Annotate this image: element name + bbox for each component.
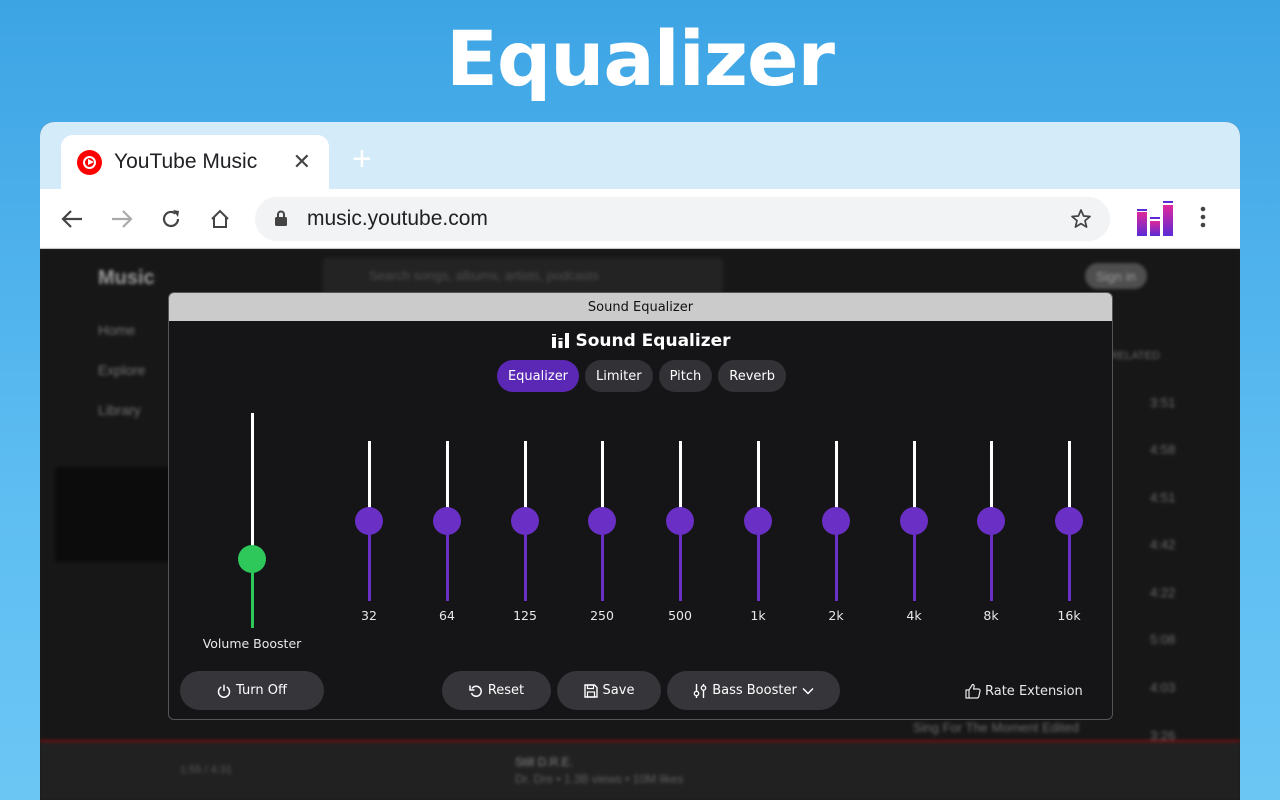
undo-icon: [469, 685, 482, 697]
address-bar[interactable]: music.youtube.com: [255, 197, 1110, 241]
bookmark-star-icon[interactable]: [1070, 208, 1092, 235]
browser-menu-icon[interactable]: [1200, 205, 1206, 234]
reset-button[interactable]: Reset: [442, 671, 551, 710]
band-label: 250: [590, 608, 614, 623]
equalizer-heading-text: Sound Equalizer: [575, 331, 731, 351]
equalizer-tabs: Equalizer Limiter Pitch Reverb: [169, 360, 1112, 392]
equalizer-heading: Sound Equalizer: [169, 331, 1112, 353]
band-label: 64: [439, 608, 455, 623]
volume-booster-label: Volume Booster: [202, 636, 302, 651]
ytm-nav-explore[interactable]: Explore: [98, 362, 145, 378]
youtube-music-favicon-icon: [77, 149, 102, 175]
save-button[interactable]: Save: [557, 671, 661, 710]
ytm-related-song: Sing For The Moment Edited: [913, 720, 1079, 735]
ytm-sign-in-button[interactable]: Sign in: [1085, 263, 1147, 289]
equalizer-popup: Sound Equalizer Sound Equalizer Equalize…: [168, 292, 1113, 720]
page-headline: Equalizer: [445, 14, 835, 103]
band-slider-knob-32[interactable]: [355, 507, 383, 535]
ytm-search[interactable]: Search songs, albums, artists, podcasts: [323, 258, 723, 294]
home-icon[interactable]: [207, 206, 233, 232]
chevron-down-icon: [802, 687, 814, 695]
ytm-related-label: RELATED: [1110, 350, 1160, 362]
band-slider-knob-16k[interactable]: [1055, 507, 1083, 535]
ytm-time: 4:22: [1150, 585, 1176, 600]
forward-icon[interactable]: [109, 206, 135, 232]
turn-off-label: Turn Off: [236, 683, 287, 698]
turn-off-button[interactable]: Turn Off: [180, 671, 324, 710]
tab-limiter[interactable]: Limiter: [585, 360, 653, 392]
band-label: 125: [513, 608, 537, 623]
url-text: music.youtube.com: [307, 207, 488, 230]
ytm-song-subtitle: Dr. Dre • 1.3B views • 10M likes: [515, 772, 684, 786]
tab-equalizer[interactable]: Equalizer: [496, 360, 580, 392]
ytm-logo: Music: [98, 267, 155, 289]
band-label: 16k: [1057, 608, 1081, 623]
sliders-icon: [693, 683, 707, 698]
band-slider-knob-125[interactable]: [511, 507, 539, 535]
ytm-playback-time: 1:55 / 4:31: [180, 764, 232, 776]
band-slider-knob-2k[interactable]: [822, 507, 850, 535]
save-icon: [583, 683, 598, 698]
lock-icon: [274, 210, 288, 232]
tab-title: YouTube Music: [114, 150, 258, 173]
browser-toolbar: music.youtube.com: [40, 189, 1240, 249]
band-slider-knob-250[interactable]: [588, 507, 616, 535]
save-label: Save: [602, 683, 635, 698]
band-label: 500: [668, 608, 692, 623]
ytm-time: 4:42: [1150, 537, 1176, 552]
band-label: 2k: [828, 608, 844, 623]
reload-icon[interactable]: [158, 206, 184, 232]
ytm-time: 3:51: [1150, 395, 1176, 410]
tab-pitch[interactable]: Pitch: [658, 360, 713, 392]
browser-tab[interactable]: YouTube Music ✕: [61, 135, 329, 189]
rate-extension-link[interactable]: Rate Extension: [965, 683, 1083, 699]
ytm-song-title: Still D.R.E.: [515, 755, 574, 769]
ytm-time: 4:03: [1150, 680, 1176, 695]
equalizer-logo-icon: [552, 332, 570, 353]
reset-label: Reset: [487, 683, 525, 698]
volume-slider-knob[interactable]: [238, 545, 266, 574]
band-slider-knob-500[interactable]: [666, 507, 694, 535]
ytm-nav-home[interactable]: Home: [98, 322, 135, 338]
band-slider-knob-64[interactable]: [433, 507, 461, 535]
back-icon[interactable]: [59, 206, 85, 232]
ytm-time: 4:51: [1150, 490, 1176, 505]
band-label: 32: [361, 608, 377, 623]
close-tab-icon[interactable]: ✕: [293, 149, 311, 175]
band-label: 1k: [750, 608, 766, 623]
power-icon: [217, 684, 231, 698]
ytm-nav-library[interactable]: Library: [98, 402, 141, 418]
ytm-player-bar: 1:55 / 4:31: [40, 740, 1240, 800]
band-label: 8k: [983, 608, 999, 623]
bass-booster-dropdown[interactable]: Bass Booster: [667, 671, 840, 710]
ytm-video: [55, 467, 185, 562]
popup-titlebar: Sound Equalizer: [169, 293, 1112, 321]
rate-extension-label: Rate Extension: [985, 683, 1083, 699]
ytm-time: 4:58: [1150, 442, 1176, 457]
thumbs-up-icon: [965, 683, 981, 699]
ytm-time: 5:08: [1150, 632, 1176, 647]
band-slider-knob-8k[interactable]: [977, 507, 1005, 535]
band-slider-knob-1k[interactable]: [744, 507, 772, 535]
tab-strip: YouTube Music ✕ +: [40, 122, 1240, 189]
equalizer-extension-icon[interactable]: [1136, 201, 1174, 237]
band-label: 4k: [906, 608, 922, 623]
tab-reverb[interactable]: Reverb: [718, 360, 787, 392]
bass-booster-label: Bass Booster: [712, 683, 797, 698]
new-tab-icon[interactable]: +: [352, 142, 372, 176]
band-slider-knob-4k[interactable]: [900, 507, 928, 535]
browser-window: YouTube Music ✕ + music.youtube.com Musi…: [40, 122, 1240, 800]
